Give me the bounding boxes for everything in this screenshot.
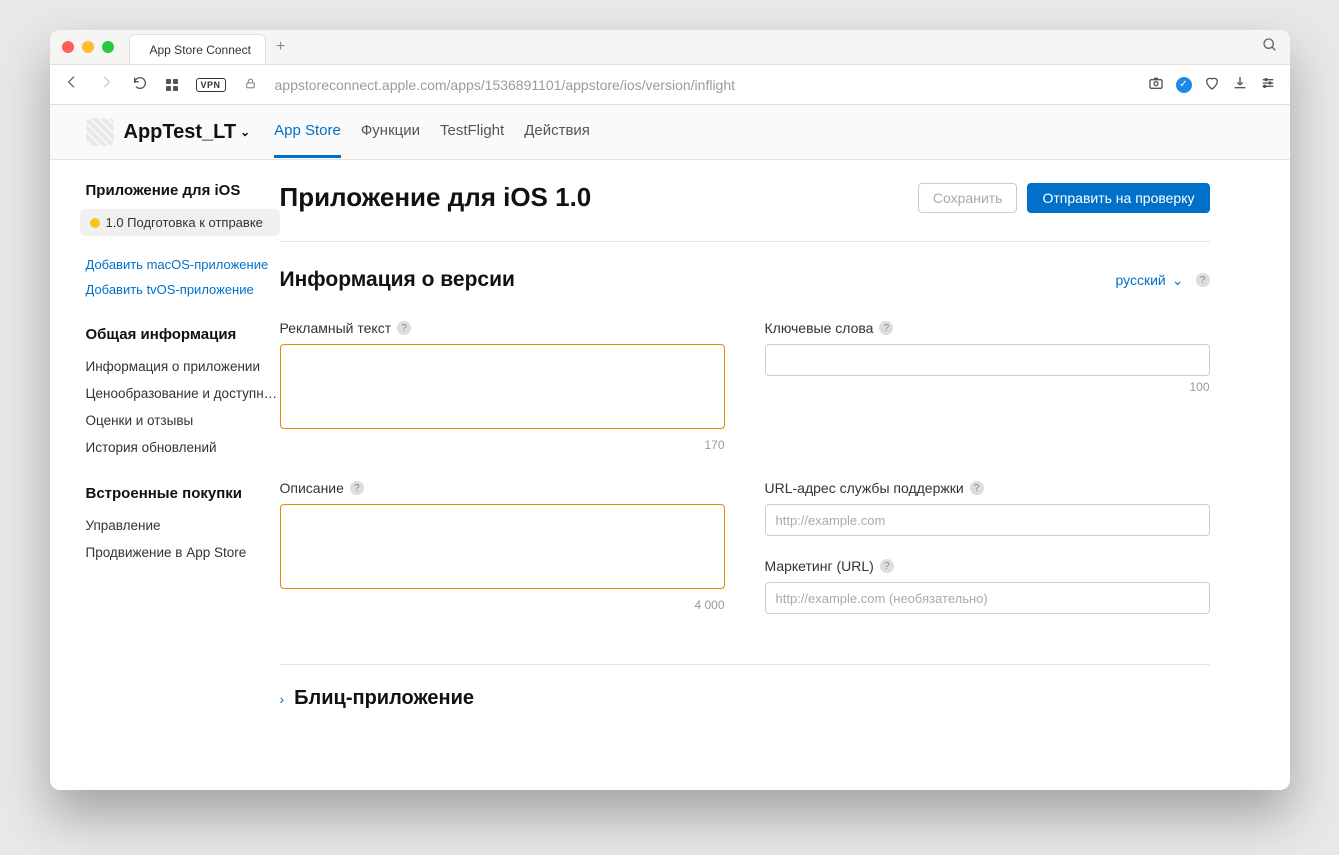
field-promo: Рекламный текст ? 170 (280, 320, 725, 452)
chevron-down-icon: ⌄ (240, 125, 250, 139)
browser-window: App Store Connect + VPN appstoreconnect.… (50, 30, 1290, 790)
back-button[interactable] (64, 74, 80, 95)
tab-activity[interactable]: Действия (524, 106, 590, 158)
app-header: AppTest_LT ⌄ App Store Функции TestFligh… (50, 105, 1290, 160)
sidebar-section-ios: Приложение для iOS (86, 182, 280, 199)
keywords-label: Ключевые слова (765, 320, 874, 336)
app-clip-section[interactable]: › Блиц-приложение (280, 687, 1210, 710)
submit-button[interactable]: Отправить на проверку (1027, 183, 1209, 213)
keywords-counter: 100 (765, 380, 1210, 394)
sidebar-item-pricing[interactable]: Ценообразование и доступно… (86, 380, 280, 407)
sidebar-section-general: Общая информация (86, 326, 280, 343)
shield-icon[interactable]: ✓ (1176, 77, 1192, 93)
language-selector[interactable]: русский ⌄ ? (1116, 272, 1210, 289)
sidebar-item-promote[interactable]: Продвижение в App Store (86, 539, 280, 566)
app-name-dropdown[interactable]: AppTest_LT ⌄ (124, 121, 251, 144)
toolbar-actions: ✓ (1148, 75, 1276, 95)
help-icon[interactable]: ? (1196, 273, 1210, 287)
address-bar[interactable]: appstoreconnect.apple.com/apps/153689110… (275, 77, 1130, 93)
support-url-input[interactable] (765, 504, 1210, 536)
promo-textarea[interactable] (280, 344, 725, 429)
add-tvos-link[interactable]: Добавить tvOS-приложение (86, 277, 280, 302)
description-label: Описание (280, 480, 344, 496)
right-column-urls: URL-адрес службы поддержки ? Маркетинг (… (765, 480, 1210, 614)
header-tabs: App Store Функции TestFlight Действия (274, 106, 590, 158)
chevron-down-icon: ⌄ (1172, 272, 1184, 289)
save-button[interactable]: Сохранить (918, 183, 1018, 213)
reload-button[interactable] (132, 75, 148, 94)
minimize-window-button[interactable] (82, 41, 94, 53)
tab-testflight[interactable]: TestFlight (440, 106, 504, 158)
maximize-window-button[interactable] (102, 41, 114, 53)
page-header: Приложение для iOS 1.0 Сохранить Отправи… (280, 182, 1210, 242)
browser-toolbar: VPN appstoreconnect.apple.com/apps/15368… (50, 65, 1290, 105)
field-keywords: Ключевые слова ? 100 (765, 320, 1210, 452)
marketing-url-label: Маркетинг (URL) (765, 558, 874, 574)
sidebar-section-iap: Встроенные покупки (86, 485, 280, 502)
add-macos-link[interactable]: Добавить macOS-приложение (86, 252, 280, 277)
tab-features[interactable]: Функции (361, 106, 420, 158)
field-description: Описание ? 4 000 (280, 480, 725, 614)
window-controls (62, 41, 114, 53)
promo-label: Рекламный текст (280, 320, 392, 336)
help-icon[interactable]: ? (880, 559, 894, 573)
status-dot-icon (90, 218, 100, 228)
sidebar-item-manage[interactable]: Управление (86, 512, 280, 539)
help-icon[interactable]: ? (397, 321, 411, 335)
description-counter: 4 000 (280, 598, 725, 612)
promo-counter: 170 (280, 438, 725, 452)
sidebar-item-app-info[interactable]: Информация о приложении (86, 353, 280, 380)
camera-icon[interactable] (1148, 75, 1164, 95)
page-content: Приложение для iOS 1.0 Подготовка к отпр… (50, 160, 1290, 790)
section-header: Информация о версии русский ⌄ ? (280, 268, 1210, 292)
version-status[interactable]: 1.0 Подготовка к отправке (80, 209, 280, 236)
tab-app-store[interactable]: App Store (274, 106, 341, 158)
support-url-label: URL-адрес службы поддержки (765, 480, 964, 496)
keywords-input[interactable] (765, 344, 1210, 376)
vpn-badge[interactable]: VPN (196, 78, 226, 92)
sidebar-item-ratings[interactable]: Оценки и отзывы (86, 407, 280, 434)
lock-icon (244, 77, 257, 93)
forward-button[interactable] (98, 74, 114, 95)
heart-icon[interactable] (1204, 75, 1220, 95)
download-icon[interactable] (1232, 75, 1248, 95)
tab-title: App Store Connect (150, 43, 251, 57)
help-icon[interactable]: ? (350, 481, 364, 495)
close-window-button[interactable] (62, 41, 74, 53)
chevron-right-icon: › (280, 691, 285, 707)
settings-icon[interactable] (1260, 75, 1276, 95)
app-icon (86, 118, 114, 146)
page-title: Приложение для iOS 1.0 (280, 182, 592, 213)
sidebar: Приложение для iOS 1.0 Подготовка к отпр… (50, 160, 280, 790)
form-grid: Рекламный текст ? 170 Ключевые слова ? 1… (280, 320, 1210, 614)
main-panel: Приложение для iOS 1.0 Сохранить Отправи… (280, 160, 1290, 790)
description-textarea[interactable] (280, 504, 725, 589)
app-clip-title: Блиц-приложение (294, 687, 474, 710)
divider (280, 664, 1210, 665)
section-title: Информация о версии (280, 268, 515, 292)
browser-tab[interactable]: App Store Connect (129, 34, 266, 64)
search-icon[interactable] (1262, 37, 1278, 58)
sidebar-item-history[interactable]: История обновлений (86, 434, 280, 461)
help-icon[interactable]: ? (970, 481, 984, 495)
marketing-url-input[interactable] (765, 582, 1210, 614)
window-titlebar: App Store Connect + (50, 30, 1290, 65)
apps-grid-icon[interactable] (166, 79, 178, 91)
help-icon[interactable]: ? (879, 321, 893, 335)
new-tab-button[interactable]: + (276, 38, 285, 56)
